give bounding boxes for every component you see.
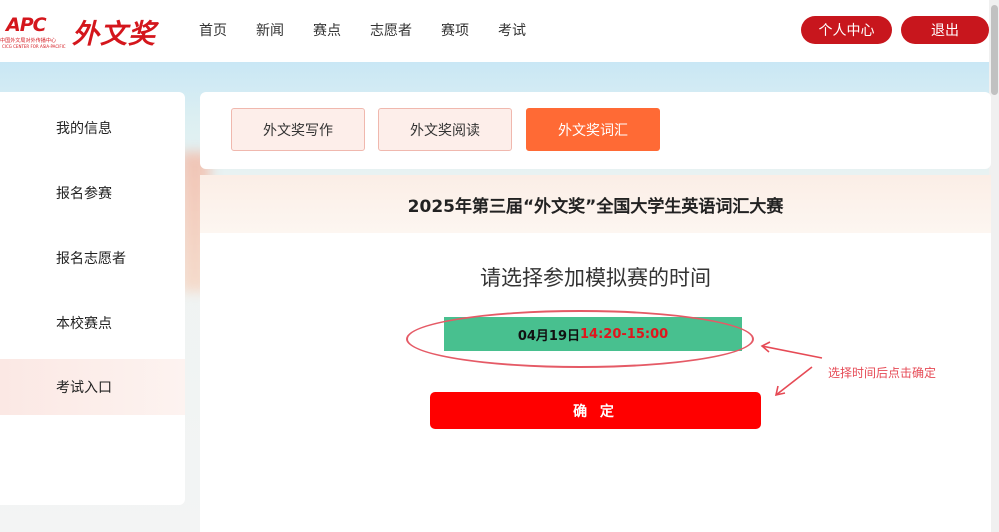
time-slot-date: 04月19日 bbox=[517, 328, 581, 344]
sidebar: 我的信息 报名参赛 报名志愿者 本校赛点 考试入口 bbox=[0, 92, 185, 505]
time-slot-range: 14:20-15:00 bbox=[580, 326, 669, 342]
nav-venues[interactable]: 赛点 bbox=[313, 20, 341, 40]
apc-logo[interactable]: APC 中国外文局对外传播中心 CICG CENTER FOR ASIA-PAC… bbox=[0, 14, 66, 49]
confirm-button[interactable]: 确 定 bbox=[430, 392, 761, 429]
annotation-text: 选择时间后点击确定 bbox=[828, 366, 937, 380]
sidebar-item-label: 报名志愿者 bbox=[56, 251, 126, 267]
time-slot-option[interactable]: 04月19日 14:20-15:00 bbox=[444, 317, 742, 351]
sidebar-item-label: 本校赛点 bbox=[56, 316, 112, 332]
contest-title: 2025年第三届“外文奖”全国大学生英语词汇大赛 bbox=[200, 175, 991, 233]
nav-volunteers[interactable]: 志愿者 bbox=[370, 20, 412, 40]
logout-button[interactable]: 退出 bbox=[901, 16, 989, 44]
nav-news[interactable]: 新闻 bbox=[256, 20, 284, 40]
apc-logo-subtitle: 中国外文局对外传播中心 bbox=[0, 37, 57, 44]
tab-writing[interactable]: 外文奖写作 bbox=[231, 108, 365, 151]
sidebar-item-register-volunteer[interactable]: 报名志愿者 bbox=[0, 230, 185, 286]
annotation: 选择时间后点击确定 bbox=[756, 325, 996, 405]
sidebar-item-my-info[interactable]: 我的信息 bbox=[0, 100, 185, 156]
tab-reading[interactable]: 外文奖阅读 bbox=[378, 108, 512, 151]
nav-events[interactable]: 赛项 bbox=[441, 20, 469, 40]
personal-center-button[interactable]: 个人中心 bbox=[801, 16, 892, 44]
waiwenjiang-logo[interactable]: 外文奖 bbox=[72, 12, 156, 51]
scrollbar-thumb[interactable] bbox=[991, 5, 998, 95]
nav-home[interactable]: 首页 bbox=[199, 20, 227, 40]
apc-logo-subtitle-en: CICG CENTER FOR ASIA-PACIFIC bbox=[2, 44, 66, 49]
select-time-heading: 请选择参加模拟赛的时间 bbox=[480, 266, 711, 290]
contest-tabs: 外文奖写作 外文奖阅读 外文奖词汇 bbox=[200, 92, 991, 169]
sidebar-item-label: 报名参赛 bbox=[56, 186, 112, 202]
main-nav: 首页 新闻 赛点 志愿者 赛项 考试 bbox=[199, 20, 555, 40]
sidebar-item-register-contest[interactable]: 报名参赛 bbox=[0, 165, 185, 221]
sidebar-item-school-venue[interactable]: 本校赛点 bbox=[0, 295, 185, 351]
sidebar-item-label: 考试入口 bbox=[56, 380, 112, 396]
nav-exam[interactable]: 考试 bbox=[498, 20, 526, 40]
top-navigation-bar: APC 中国外文局对外传播中心 CICG CENTER FOR ASIA-PAC… bbox=[0, 0, 999, 62]
apc-logo-text: APC bbox=[6, 14, 47, 36]
main-panel: 2025年第三届“外文奖”全国大学生英语词汇大赛 请选择参加模拟赛的时间 04月… bbox=[200, 175, 991, 532]
tab-vocabulary[interactable]: 外文奖词汇 bbox=[526, 108, 660, 151]
sidebar-item-label: 我的信息 bbox=[56, 121, 112, 137]
sidebar-item-exam-entrance[interactable]: 考试入口 bbox=[0, 359, 185, 415]
